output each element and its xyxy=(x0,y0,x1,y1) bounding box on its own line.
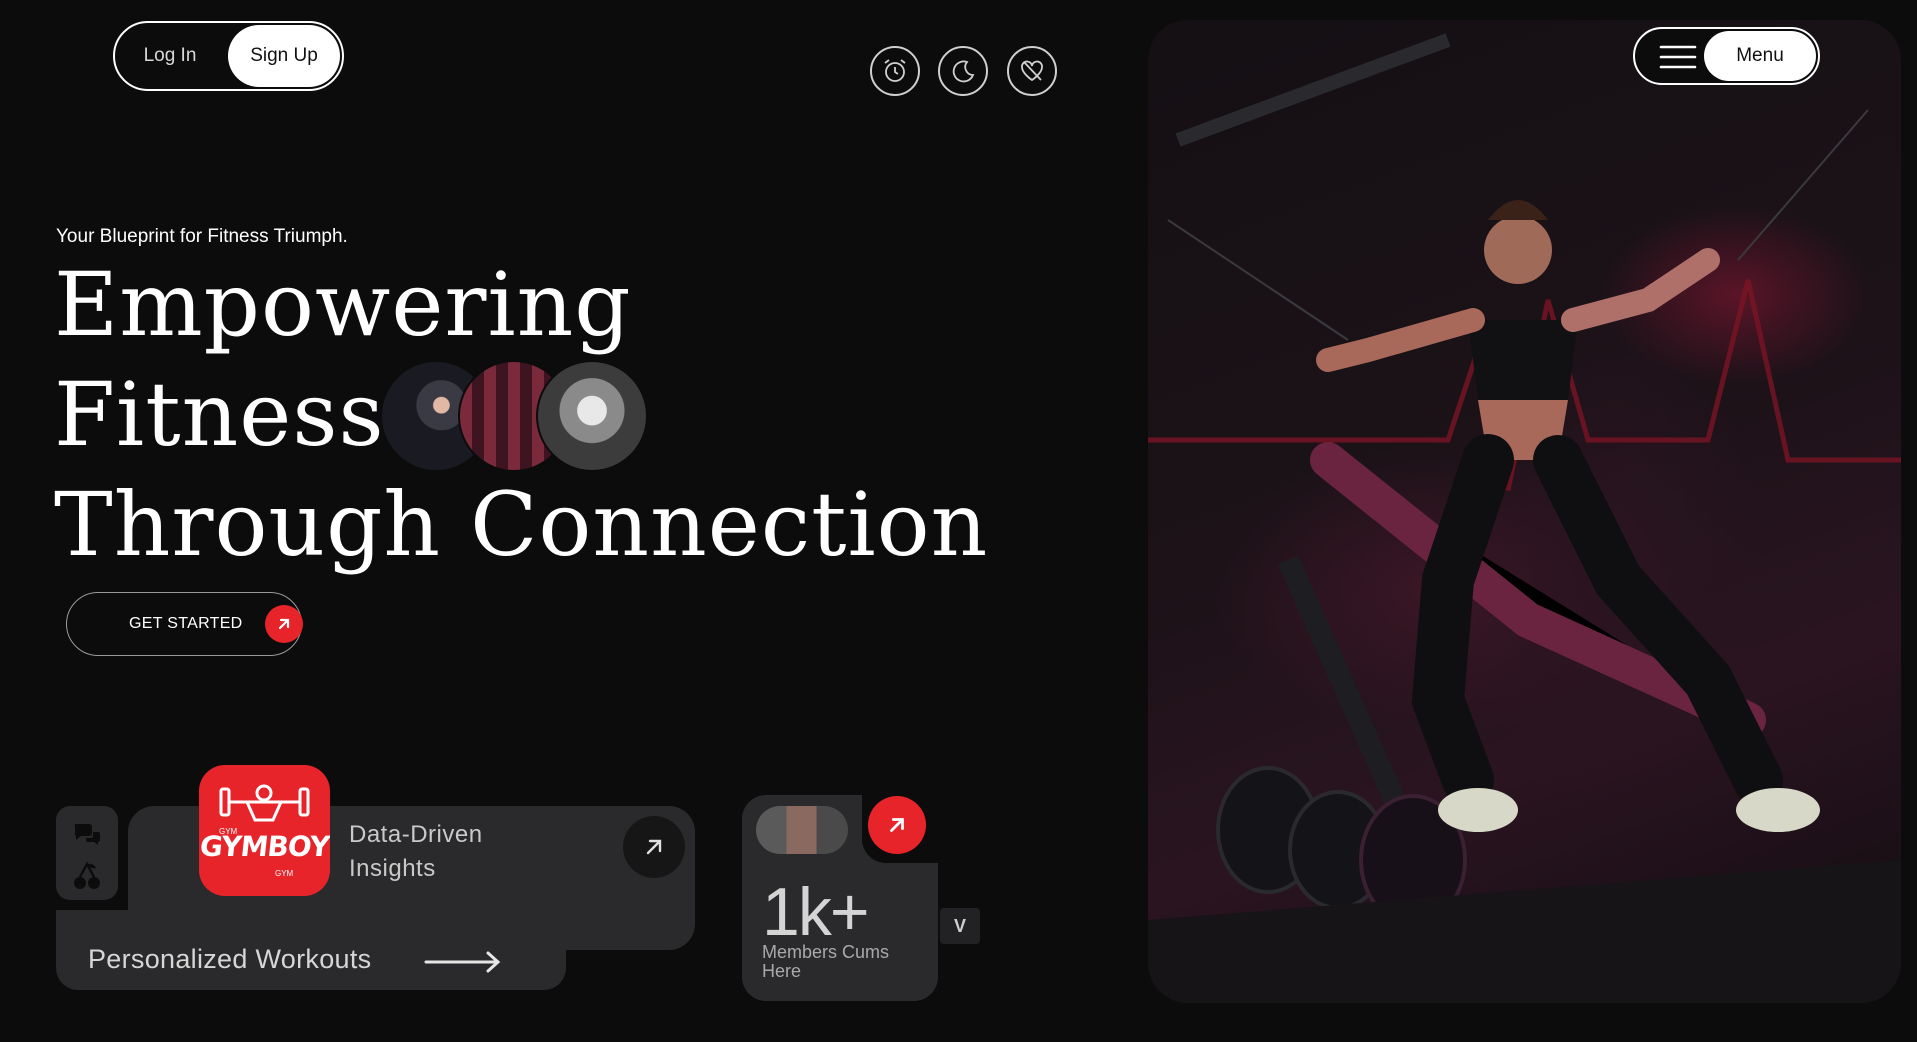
hero-tagline: Your Blueprint for Fitness Triumph. xyxy=(56,226,348,247)
arrow-right-icon[interactable] xyxy=(424,950,502,974)
insights-link-button[interactable] xyxy=(623,816,685,878)
members-count: 1k+ xyxy=(762,874,870,950)
athlete-illustration xyxy=(1148,33,1901,1003)
headline-line-1: Empowering xyxy=(54,253,632,356)
auth-toggle: Log In Sign Up xyxy=(113,21,344,91)
logo-small-text: GYM xyxy=(275,869,294,878)
avatar-photo xyxy=(536,360,648,472)
hero-photo xyxy=(1148,20,1901,1003)
get-started-label: GET STARTED xyxy=(129,615,243,632)
heart-crossed-icon xyxy=(1021,60,1043,82)
menu-toggle: Menu xyxy=(1633,27,1820,85)
logo-brand-text: GYMBOY xyxy=(199,830,330,863)
headline-line-3: Through Connection xyxy=(54,473,989,576)
favorite-button[interactable] xyxy=(1007,46,1057,96)
members-link-button[interactable] xyxy=(868,796,926,854)
arrow-up-right-icon xyxy=(890,818,904,832)
arrow-up-right-icon xyxy=(265,605,303,643)
alarm-button[interactable] xyxy=(870,46,920,96)
icon-tile xyxy=(56,806,118,900)
chat-bubbles-icon xyxy=(74,824,100,845)
dark-mode-button[interactable] xyxy=(938,46,988,96)
get-started-button[interactable]: GET STARTED xyxy=(66,592,303,656)
login-button[interactable]: Log In xyxy=(115,45,225,67)
cherries-icon xyxy=(74,861,100,889)
menu-button[interactable]: Menu xyxy=(1704,31,1816,81)
members-caption: Members Cums Here xyxy=(762,942,890,981)
alarm-clock-icon xyxy=(884,59,906,82)
chevron-badge[interactable]: V xyxy=(940,908,980,944)
landing-page: Log In Sign Up Your Blueprint for Fitnes… xyxy=(0,0,1917,1042)
arrow-up-right-icon xyxy=(646,839,662,855)
hamburger-icon[interactable] xyxy=(1659,45,1697,69)
moon-icon xyxy=(952,60,975,83)
gymboy-logo: GYM GYMBOY GYM xyxy=(199,765,330,896)
insights-title: Data-Driven Insights xyxy=(349,821,483,882)
signup-button[interactable]: Sign Up xyxy=(228,25,340,87)
member-photos xyxy=(756,806,848,854)
workouts-title: Personalized Workouts xyxy=(88,944,372,974)
community-avatars xyxy=(380,360,650,472)
